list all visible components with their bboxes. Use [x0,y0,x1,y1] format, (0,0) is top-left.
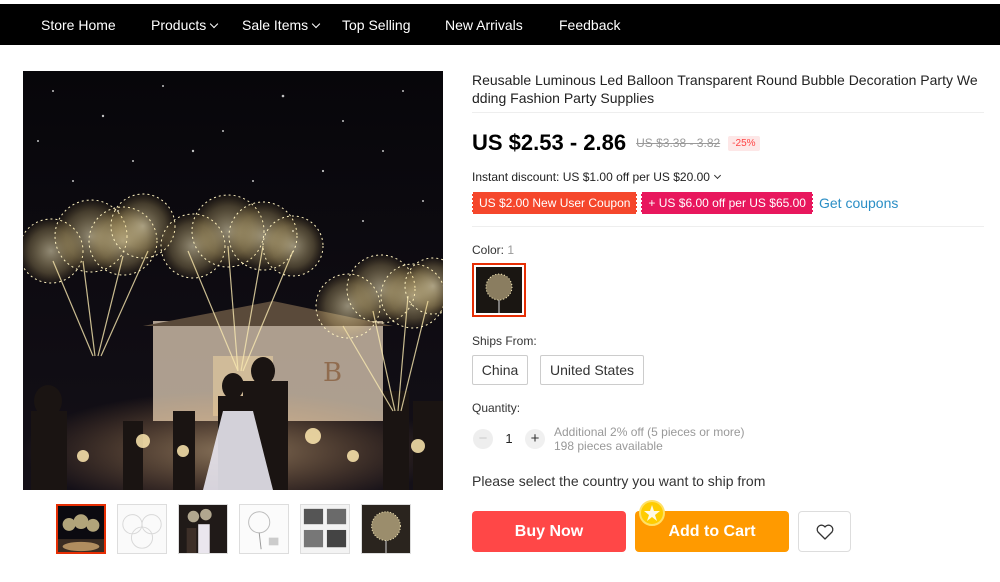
thumbnail-2[interactable] [117,504,167,554]
nav-feedback[interactable]: Feedback [559,17,620,33]
original-price: US $3.38 - 3.82 [636,136,721,150]
thumbnail-3[interactable] [178,504,228,554]
thumbnail-5[interactable] [300,504,350,554]
quantity-decrease-button[interactable]: − [473,429,493,449]
add-to-cart-label: Add to Cart [668,522,756,540]
nav-store-home-label: Store Home [41,17,116,33]
current-price: US $2.53 - 2.86 [472,130,627,155]
heart-icon [816,524,833,540]
buy-now-button[interactable]: Buy Now [472,511,626,552]
instant-discount-text: Instant discount: US $1.00 off per US $2… [472,170,710,184]
wishlist-button[interactable] [798,511,851,552]
chevron-down-icon [713,171,721,180]
ship-from-china[interactable]: China [472,355,528,385]
stock-available-note: 198 pieces available [554,439,663,453]
price-row: US $2.53 - 2.86 US $3.38 - 3.82 -25% [472,130,760,156]
new-user-coupon[interactable]: US $2.00 New User Coupon [470,192,639,214]
thumbnail-4[interactable] [239,504,289,554]
nav-products[interactable]: Products [151,17,219,33]
instant-discount[interactable]: Instant discount: US $1.00 off per US $2… [472,170,721,184]
ship-country-message: Please select the country you want to sh… [472,473,766,489]
quantity-note: Additional 2% off (5 pieces or more) 198… [554,425,745,453]
store-nav-bar: Store Home Products Sale Items Top Selli… [0,4,1000,45]
divider [472,226,984,227]
buy-now-label: Buy Now [514,522,584,540]
color-label-text: Color: [472,243,505,257]
nav-top-selling[interactable]: Top Selling [342,17,411,33]
quantity-value[interactable]: 1 [503,431,515,446]
quantity-increase-button[interactable]: + [525,429,545,449]
get-coupons-link[interactable]: Get coupons [819,195,898,211]
svg-text:B: B [323,358,342,388]
thumbnail-1[interactable] [56,504,106,554]
bulk-discount-note: Additional 2% off (5 pieces or more) [554,425,745,439]
coupon-row: US $2.00 New User Coupon + US $6.00 off … [470,192,898,214]
ship-from-united-states-label: United States [549,362,635,378]
color-count: 1 [507,243,515,257]
nav-new-arrivals-label: New Arrivals [445,17,523,33]
nav-sale-items-label: Sale Items [242,17,309,33]
nav-sale-items[interactable]: Sale Items [242,17,321,33]
ship-from-china-label: China [481,362,519,378]
discount-badge: -25% [728,135,760,151]
color-option[interactable] [472,263,526,317]
store-coupon[interactable]: + US $6.00 off per US $65.00 [640,192,814,214]
thumbnail-6[interactable] [361,504,411,554]
chevron-down-icon [311,19,321,28]
nav-products-label: Products [151,17,207,33]
quantity-label: Quantity: [472,401,521,415]
ship-from-united-states[interactable]: United States [540,355,644,385]
nav-top-selling-label: Top Selling [342,17,411,33]
ships-from-label: Ships From: [472,334,537,348]
nav-new-arrivals[interactable]: New Arrivals [445,17,523,33]
thumbnail-strip [56,504,411,554]
chevron-down-icon [210,19,219,28]
product-main-image[interactable]: B [23,71,443,490]
divider [472,112,984,113]
nav-feedback-label: Feedback [559,17,621,33]
color-label: Color: 1 [472,243,514,257]
nav-store-home[interactable]: Store Home [41,17,116,33]
coin-icon [639,500,665,526]
product-title: Reusable Luminous Led Balloon Transparen… [472,72,978,106]
